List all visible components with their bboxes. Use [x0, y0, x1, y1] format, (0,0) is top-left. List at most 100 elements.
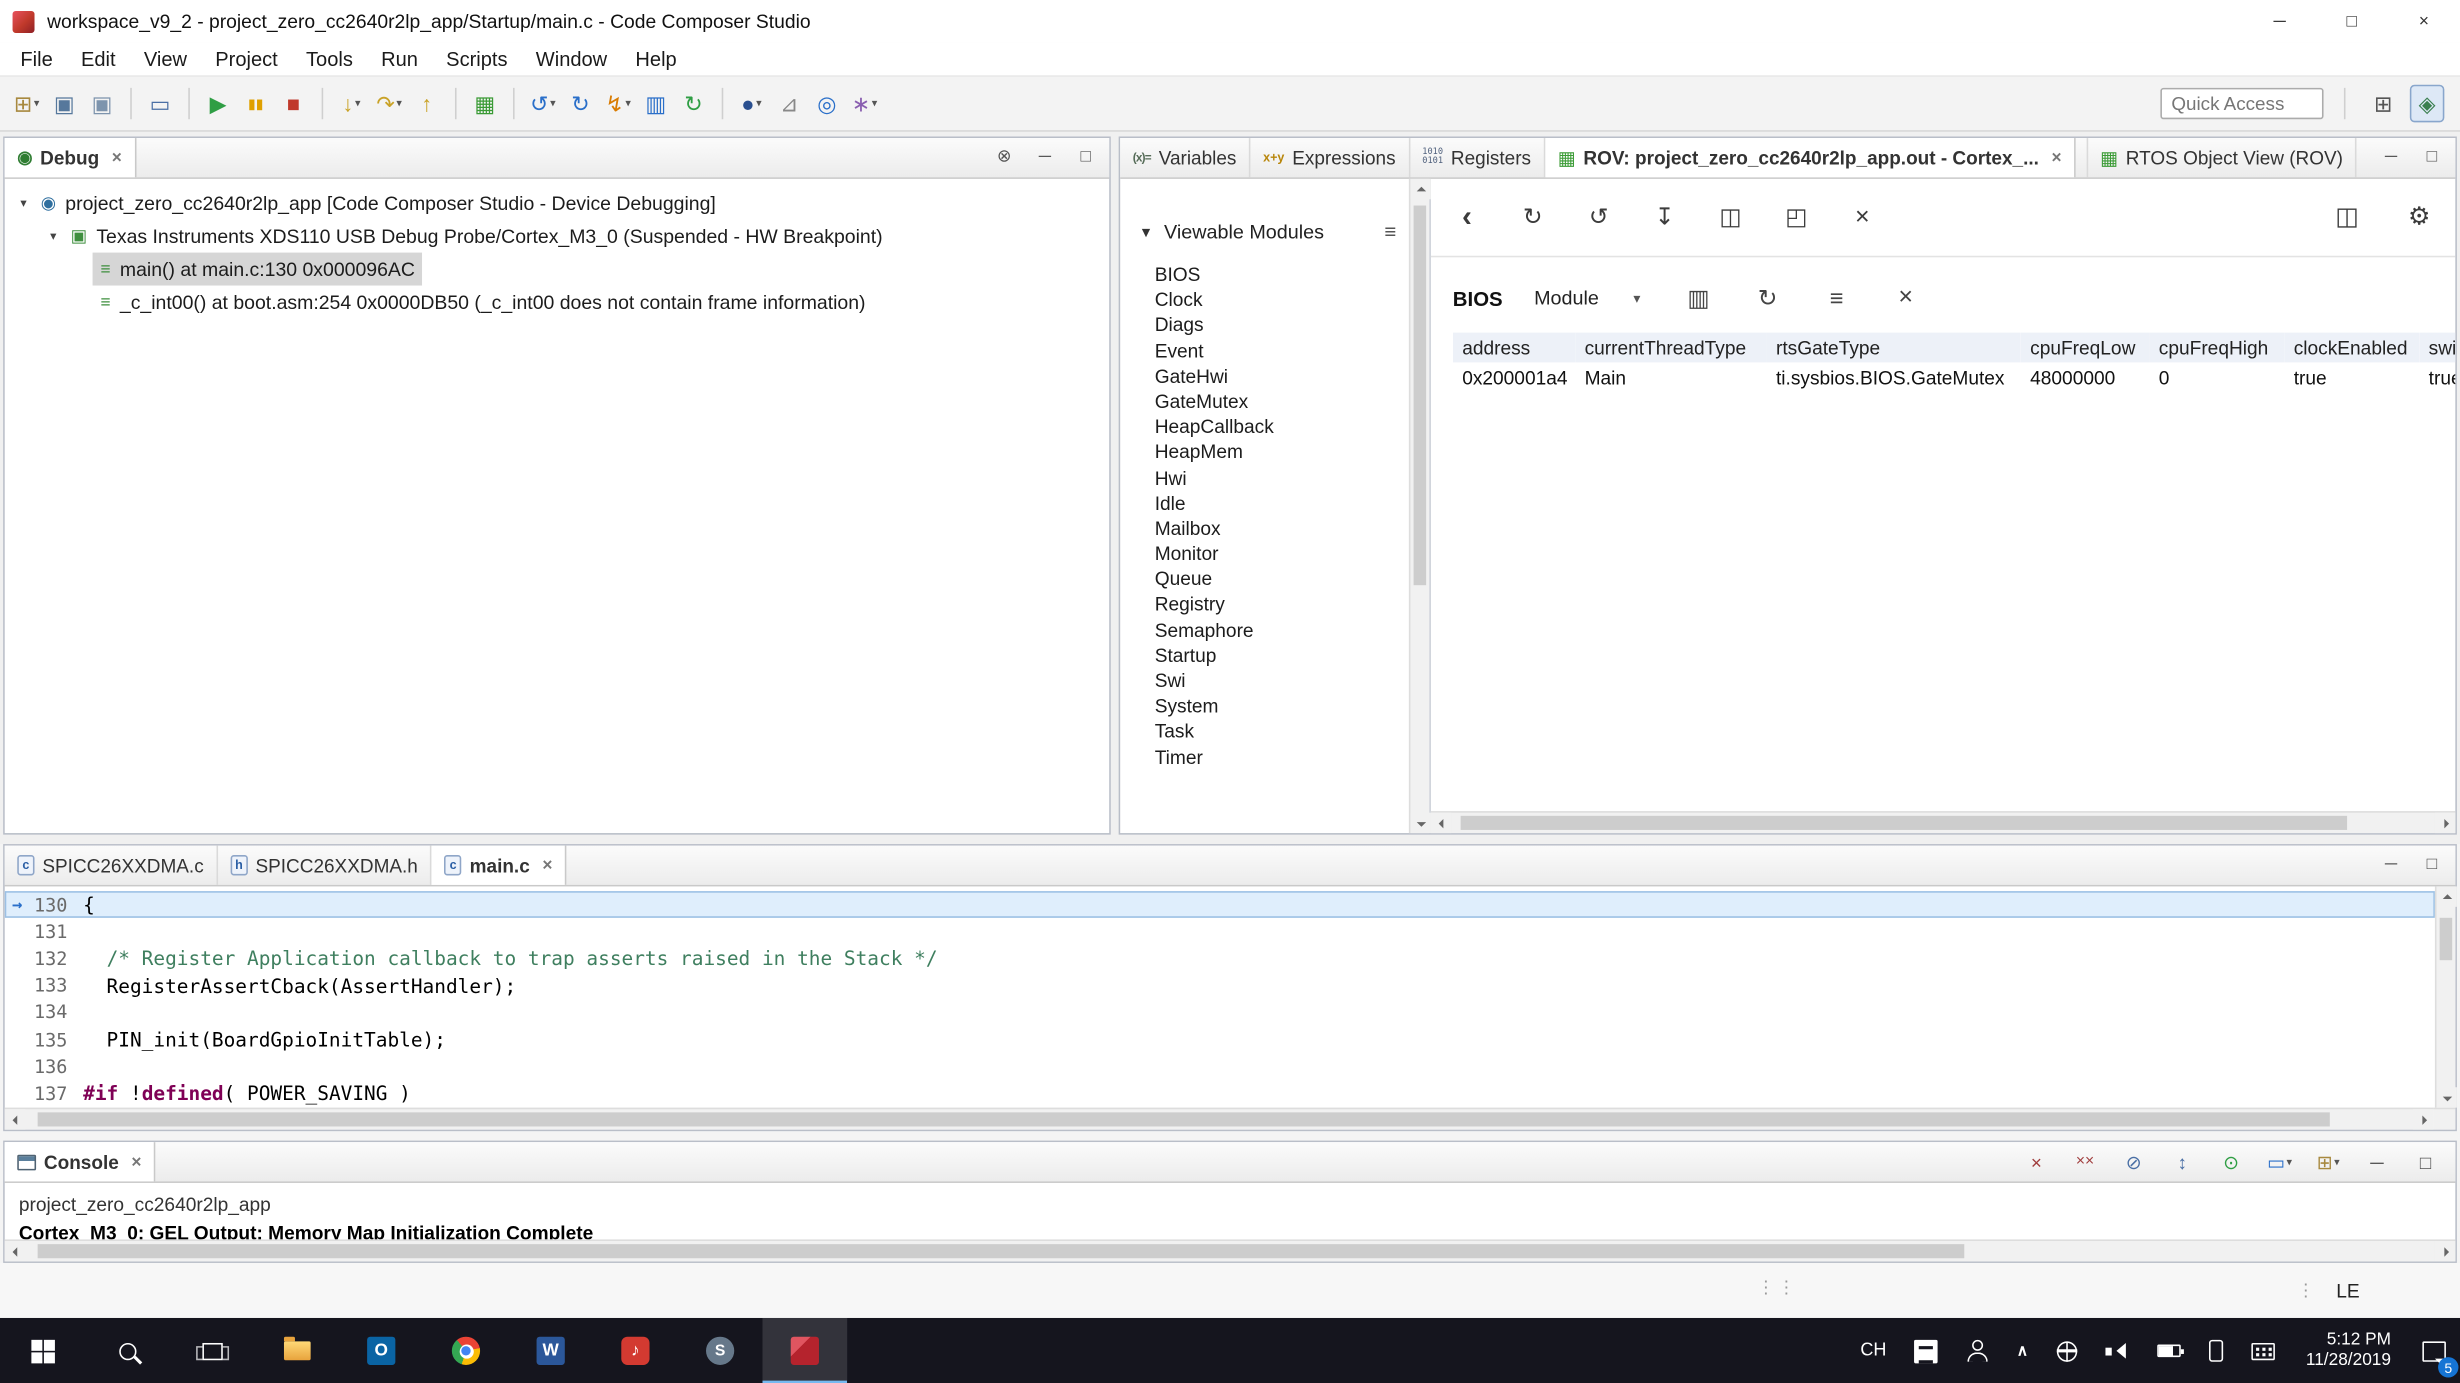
assembly-step-icon[interactable]: ▦ — [468, 85, 503, 123]
module-item-idle[interactable]: Idle — [1139, 491, 1409, 516]
tray-network-icon[interactable] — [2042, 1318, 2091, 1383]
display-console-icon[interactable]: ▭▾ — [2262, 1143, 2297, 1181]
line-number[interactable]: 134 — [30, 1001, 83, 1023]
twisty-icon[interactable]: ▾ — [14, 196, 33, 210]
console-hscrollbar[interactable] — [5, 1239, 2456, 1261]
tray-battery-icon[interactable] — [2143, 1318, 2195, 1383]
taskbar-app-outlook[interactable]: O — [339, 1318, 424, 1383]
dropdown-caret-icon[interactable]: ▾ — [872, 97, 878, 110]
step-return-icon[interactable]: ↑ — [409, 85, 444, 123]
column-header[interactable]: currentThreadType — [1575, 333, 1766, 363]
dropdown-caret-icon[interactable]: ▾ — [396, 97, 402, 110]
debug-tree[interactable]: ▾◉project_zero_cc2640r2lp_app [Code Comp… — [5, 179, 1110, 833]
close-view-icon[interactable]: × — [1845, 198, 1880, 236]
tab-rov[interactable]: ▦ROV: project_zero_cc2640r2lp_app.out - … — [1545, 138, 2076, 177]
dropdown-caret-icon[interactable]: ▾ — [625, 97, 631, 110]
module-item-system[interactable]: System — [1139, 694, 1409, 719]
taskbar-app-taskview[interactable] — [169, 1318, 254, 1383]
menu-file[interactable]: File — [6, 44, 67, 74]
close-tab-icon[interactable]: × — [112, 148, 122, 167]
open-new-view-icon[interactable]: ◫ — [1713, 198, 1748, 236]
column-header[interactable]: rtsGateType — [1767, 333, 2021, 363]
line-number[interactable]: 136 — [30, 1055, 83, 1077]
wand-icon[interactable]: ∗▾ — [847, 85, 882, 123]
taskbar-app-word[interactable]: W — [508, 1318, 593, 1383]
module-item-heapmem[interactable]: HeapMem — [1139, 440, 1409, 465]
scroll-track[interactable] — [1451, 813, 2435, 833]
step-over-icon[interactable]: ↷▾ — [372, 85, 407, 123]
scroll-thumb[interactable] — [1414, 205, 1427, 585]
dropdown-caret-icon[interactable]: ▾ — [756, 97, 762, 110]
tray-notification[interactable]: 5 — [2408, 1318, 2460, 1383]
module-item-heapcallback[interactable]: HeapCallback — [1139, 414, 1409, 439]
module-item-gatehwi[interactable]: GateHwi — [1139, 364, 1409, 389]
tab-main-c[interactable]: cmain.c× — [432, 846, 567, 885]
taskbar-app-music[interactable]: ♪ — [593, 1318, 678, 1383]
scroll-right-icon[interactable] — [2435, 813, 2455, 833]
tab-spicc26xxdma-h[interactable]: hSPICC26XXDMA.h — [218, 846, 432, 885]
module-item-mailbox[interactable]: Mailbox — [1139, 516, 1409, 541]
line-number[interactable]: 132 — [30, 948, 83, 970]
tray-touch-keyboard-icon[interactable] — [2237, 1318, 2289, 1383]
toolbar-overflow-dots[interactable]: ⋮⋮ — [1757, 1277, 1798, 1297]
resume-icon[interactable]: ▶ — [201, 85, 236, 123]
tab-debug[interactable]: ◉ Debug × — [5, 138, 136, 177]
scroll-down-icon[interactable] — [1410, 813, 1430, 833]
search-icon[interactable]: ◎ — [810, 85, 845, 123]
tray-people-icon[interactable] — [1952, 1318, 2002, 1383]
tab-registers[interactable]: 1010 0101Registers — [1410, 138, 1545, 177]
columns-icon[interactable]: ▥ — [1681, 279, 1716, 317]
menu-project[interactable]: Project — [201, 44, 292, 74]
minimize-panel-icon[interactable]: ─ — [2380, 144, 2402, 172]
close-tab-icon[interactable]: × — [131, 1152, 141, 1171]
module-item-bios[interactable]: BIOS — [1139, 262, 1409, 287]
debug-tree-row[interactable]: ≡_c_int00() at boot.asm:254 0x0000DB50 (… — [5, 286, 1110, 319]
scroll-thumb[interactable] — [1461, 816, 2346, 830]
module-item-clock[interactable]: Clock — [1139, 287, 1409, 312]
menu-run[interactable]: Run — [367, 44, 432, 74]
suspend-icon[interactable]: ▮▮ — [238, 85, 273, 123]
tray-phone-icon[interactable] — [2194, 1318, 2236, 1383]
module-item-semaphore[interactable]: Semaphore — [1139, 618, 1409, 643]
scroll-track[interactable] — [25, 1241, 2435, 1261]
column-header[interactable]: swiEnabled — [2419, 333, 2455, 363]
close-button[interactable]: × — [2388, 0, 2460, 42]
scroll-left-icon[interactable] — [1431, 813, 1451, 833]
open-console-icon[interactable]: ⊞▾ — [2311, 1143, 2346, 1181]
line-number[interactable]: 133 — [30, 975, 83, 997]
refresh-icon[interactable]: ↻ — [676, 85, 711, 123]
module-item-event[interactable]: Event — [1139, 338, 1409, 363]
tab-expressions[interactable]: x+yExpressions — [1251, 138, 1410, 177]
menu-edit[interactable]: Edit — [67, 44, 130, 74]
taskbar-app-explorer[interactable] — [254, 1318, 339, 1383]
tray-ime-mode-icon[interactable] — [1901, 1318, 1953, 1383]
modules-scrollbar[interactable] — [1409, 179, 1429, 833]
column-header[interactable]: cpuFreqLow — [2021, 333, 2150, 363]
collapse-icon[interactable]: ▼ — [1139, 224, 1153, 240]
menu-scripts[interactable]: Scripts — [432, 44, 522, 74]
dropdown-caret-icon[interactable]: ▾ — [2287, 1155, 2293, 1168]
remove-all-launches-icon[interactable]: ×× — [2068, 1143, 2103, 1181]
console-view-icon[interactable]: ▭ — [143, 85, 178, 123]
minimize-panel-icon[interactable]: ─ — [2380, 851, 2402, 879]
module-item-monitor[interactable]: Monitor — [1139, 541, 1409, 566]
remove-launch-icon[interactable]: × — [2019, 1143, 2054, 1181]
scroll-thumb[interactable] — [2440, 918, 2453, 961]
tab-console[interactable]: Console × — [5, 1142, 156, 1181]
save-icon[interactable]: ▣ — [47, 85, 82, 123]
settings-gear-icon[interactable]: ⚙ — [2402, 198, 2437, 236]
debug-tree-row[interactable]: ▾◉project_zero_cc2640r2lp_app [Code Comp… — [5, 187, 1110, 220]
twisty-icon[interactable]: ▾ — [44, 229, 63, 243]
terminate-icon[interactable]: ■ — [276, 85, 311, 123]
module-item-diags[interactable]: Diags — [1139, 313, 1409, 338]
module-item-gatemutex[interactable]: GateMutex — [1139, 389, 1409, 414]
flash-icon[interactable]: ↯▾ — [601, 85, 636, 123]
scroll-track[interactable] — [2437, 907, 2456, 1087]
scroll-track[interactable] — [25, 1109, 2413, 1129]
save-data-icon[interactable]: ↧ — [1647, 198, 1682, 236]
minimize-panel-icon[interactable]: ─ — [1034, 144, 1056, 172]
step-into-icon[interactable]: ↓▾ — [334, 85, 369, 123]
editor-vscrollbar[interactable] — [2435, 886, 2455, 1107]
tray-hidden-icons-chevron-icon[interactable]: ∧ — [2003, 1318, 2043, 1383]
breakpoint-icon[interactable]: ●▾ — [734, 85, 769, 123]
